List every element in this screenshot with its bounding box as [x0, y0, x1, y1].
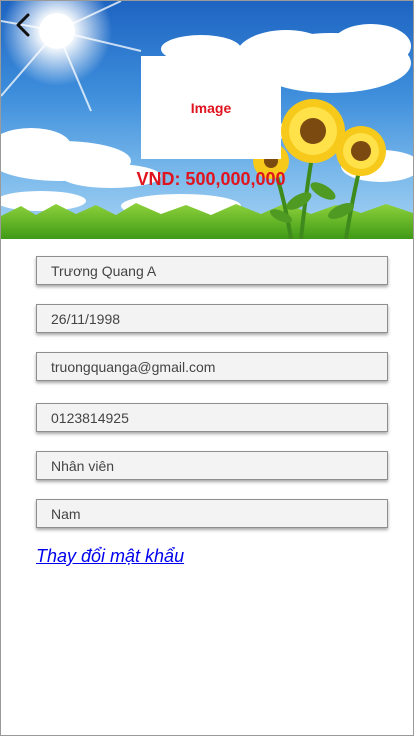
- header-banner: Image VND: 500,000,000: [1, 1, 413, 239]
- phone-field[interactable]: 0123814925: [36, 403, 388, 432]
- price-label: VND: 500,000,000: [136, 169, 286, 189]
- profile-screen: Image VND: 500,000,000 Trương Quang A 26…: [0, 0, 414, 736]
- change-password-link[interactable]: Thay đổi mật khẩu: [36, 546, 184, 567]
- role-field[interactable]: Nhân viên: [36, 451, 388, 480]
- gender-field[interactable]: Nam: [36, 499, 388, 528]
- back-button[interactable]: [9, 9, 37, 41]
- birth-date-field[interactable]: 26/11/1998: [36, 304, 388, 333]
- avatar-image-placeholder[interactable]: Image: [141, 56, 281, 159]
- full-name-field[interactable]: Trương Quang A: [36, 256, 388, 285]
- image-placeholder-label: Image: [190, 99, 232, 116]
- email-field[interactable]: truongquanga@gmail.com: [36, 352, 388, 381]
- chevron-left-icon: [16, 13, 30, 37]
